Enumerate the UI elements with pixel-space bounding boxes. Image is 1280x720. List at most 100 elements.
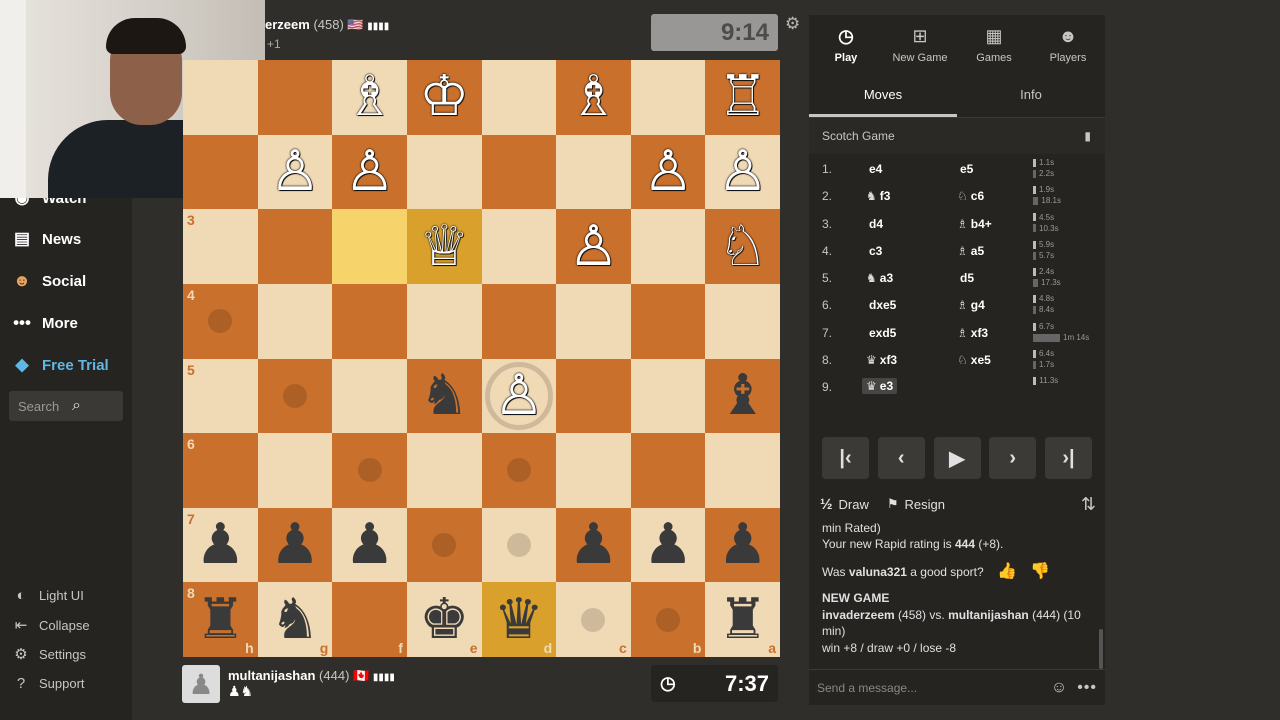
chess-piece[interactable]: ♙ bbox=[718, 143, 768, 200]
board-square[interactable]: ♙ bbox=[481, 358, 557, 434]
black-move[interactable]: ♗ a5 bbox=[957, 244, 984, 258]
chess-piece[interactable]: ♖ bbox=[718, 69, 768, 125]
board-square[interactable]: ♗ bbox=[332, 60, 407, 135]
chat-opponent-name[interactable]: valuna321 bbox=[849, 565, 907, 579]
board-square[interactable]: g ♞ bbox=[257, 582, 333, 657]
play-moves-button[interactable]: ▶ bbox=[933, 437, 981, 479]
avatar[interactable]: ♟ bbox=[182, 665, 220, 703]
board-square[interactable] bbox=[332, 283, 407, 359]
board-square[interactable]: ♟ bbox=[556, 507, 631, 583]
chess-piece[interactable]: ♙ bbox=[568, 218, 618, 275]
board-settings-icon[interactable]: ⚙ bbox=[785, 14, 800, 34]
board-square[interactable] bbox=[556, 358, 631, 434]
resign-button[interactable]: ⚑ Resign bbox=[887, 496, 945, 512]
board-square[interactable] bbox=[481, 433, 557, 508]
chess-piece[interactable]: ♞ bbox=[419, 367, 469, 424]
white-move[interactable]: exd5 bbox=[866, 326, 896, 340]
board-square[interactable] bbox=[481, 283, 557, 359]
chess-piece[interactable]: ♘ bbox=[718, 218, 768, 275]
chat-scrollbar[interactable] bbox=[1099, 629, 1103, 669]
search-icon[interactable]: ⌕ bbox=[72, 397, 117, 415]
tab-info[interactable]: Info bbox=[957, 77, 1105, 117]
settings-link[interactable]: ⚙ Settings bbox=[12, 645, 86, 663]
chess-piece[interactable]: ♙ bbox=[494, 367, 544, 424]
board-square[interactable]: ♟ bbox=[630, 507, 706, 583]
board-square[interactable]: a ♜ bbox=[705, 582, 780, 657]
board-square[interactable] bbox=[332, 433, 407, 508]
white-move[interactable]: ♛ xf3 bbox=[866, 353, 897, 367]
black-move[interactable]: ♘ c6 bbox=[957, 189, 984, 203]
board-square[interactable] bbox=[556, 283, 631, 359]
chess-piece[interactable]: ♟ bbox=[643, 517, 693, 573]
board-square[interactable]: ♞ bbox=[406, 358, 482, 434]
black-move[interactable]: ♗ g4 bbox=[957, 298, 985, 312]
board-square[interactable]: e ♚ bbox=[406, 582, 482, 657]
next-move-button[interactable]: › bbox=[989, 437, 1037, 479]
board-square[interactable] bbox=[481, 134, 557, 210]
chess-board[interactable]: ♗ ♔ ♗ ♖ ♙ ♙ ♙ ♙ 3 ♕ ♙ ♘ 4 5 ♞ ♙ ♝ 6 7 ♟ ♟ ♟ ♟ ♟ ♟ 8 h ♜ g ♞ f e ♚ d ♛ c b a ♜ bbox=[183, 60, 780, 657]
opponent-username[interactable]: erzeem bbox=[265, 17, 310, 32]
sidebar-item-free-trial[interactable]: ◆ Free Trial bbox=[10, 355, 108, 375]
board-square[interactable]: ♟ bbox=[705, 507, 780, 583]
chess-piece[interactable]: ♕ bbox=[419, 218, 469, 275]
board-square[interactable] bbox=[257, 60, 333, 135]
sidebar-item-news[interactable]: ▤ News bbox=[10, 229, 81, 249]
white-move[interactable]: ♞ a3 bbox=[866, 271, 893, 285]
board-square[interactable] bbox=[481, 507, 557, 583]
chess-piece[interactable]: ♟ bbox=[195, 517, 245, 573]
draw-button[interactable]: ½ Draw bbox=[820, 496, 869, 513]
board-square[interactable]: 8 h ♜ bbox=[183, 582, 258, 657]
chess-piece[interactable]: ♗ bbox=[344, 69, 394, 125]
board-square[interactable]: ♟ bbox=[257, 507, 333, 583]
board-square[interactable]: ♕ bbox=[406, 209, 482, 284]
board-square[interactable]: ♙ bbox=[556, 209, 631, 284]
board-square[interactable] bbox=[332, 209, 407, 284]
black-move[interactable]: ♘ xe5 bbox=[957, 353, 991, 367]
board-square[interactable]: ♘ bbox=[705, 209, 780, 284]
board-square[interactable] bbox=[332, 358, 407, 434]
chess-piece[interactable]: ♝ bbox=[718, 367, 768, 424]
search-input[interactable]: Search ⌕ bbox=[9, 391, 123, 421]
board-square[interactable]: ♗ bbox=[556, 60, 631, 135]
board-square[interactable]: ♟ bbox=[332, 507, 407, 583]
board-square[interactable]: 4 bbox=[183, 283, 258, 359]
light-ui-toggle[interactable]: ◐ Light UI bbox=[12, 587, 83, 604]
board-square[interactable] bbox=[406, 134, 482, 210]
tab-moves[interactable]: Moves bbox=[809, 77, 957, 117]
board-square[interactable]: b bbox=[630, 582, 706, 657]
board-square[interactable]: f bbox=[332, 582, 407, 657]
white-move[interactable]: ♞ f3 bbox=[866, 189, 890, 203]
sidebar-item-more[interactable]: ••• More bbox=[10, 313, 78, 333]
thumbs-down-icon[interactable]: 👎 bbox=[1030, 564, 1050, 580]
tab-new-game[interactable]: ⊞ New Game bbox=[883, 15, 957, 75]
sidebar-item-social[interactable]: ☻ Social bbox=[10, 271, 86, 291]
board-square[interactable] bbox=[257, 209, 333, 284]
chess-piece[interactable]: ♚ bbox=[419, 591, 469, 648]
board-square[interactable] bbox=[705, 283, 780, 359]
chat-white-player[interactable]: invaderzeem bbox=[822, 608, 895, 622]
board-square[interactable] bbox=[183, 60, 258, 135]
chess-piece[interactable]: ♟ bbox=[344, 517, 394, 573]
opponent-name[interactable]: erzeem (458) 🇺🇸 ▮▮▮▮ bbox=[265, 17, 389, 33]
chess-piece[interactable]: ♛ bbox=[494, 591, 544, 648]
board-square[interactable]: 3 bbox=[183, 209, 258, 284]
player-username[interactable]: multanijashan bbox=[228, 668, 315, 683]
board-square[interactable] bbox=[630, 209, 706, 284]
board-square[interactable]: d ♛ bbox=[481, 582, 557, 657]
chess-piece[interactable]: ♟ bbox=[270, 517, 320, 573]
board-square[interactable] bbox=[705, 433, 780, 508]
board-square[interactable] bbox=[183, 134, 258, 210]
chess-piece[interactable]: ♙ bbox=[270, 143, 320, 200]
thumbs-up-icon[interactable]: 👍 bbox=[997, 564, 1017, 580]
board-square[interactable]: 7 ♟ bbox=[183, 507, 258, 583]
black-move[interactable]: ♗ b4+ bbox=[957, 217, 992, 231]
board-square[interactable] bbox=[481, 60, 557, 135]
board-square[interactable]: ♙ bbox=[332, 134, 407, 210]
board-square[interactable] bbox=[257, 283, 333, 359]
opening-book-icon[interactable]: ▮ bbox=[1084, 129, 1091, 143]
board-square[interactable]: ♔ bbox=[406, 60, 482, 135]
chess-piece[interactable]: ♟ bbox=[568, 517, 618, 573]
board-square[interactable] bbox=[406, 433, 482, 508]
chess-piece[interactable]: ♔ bbox=[419, 69, 469, 125]
player-name[interactable]: multanijashan (444) 🇨🇦 ▮▮▮▮ bbox=[228, 668, 395, 684]
